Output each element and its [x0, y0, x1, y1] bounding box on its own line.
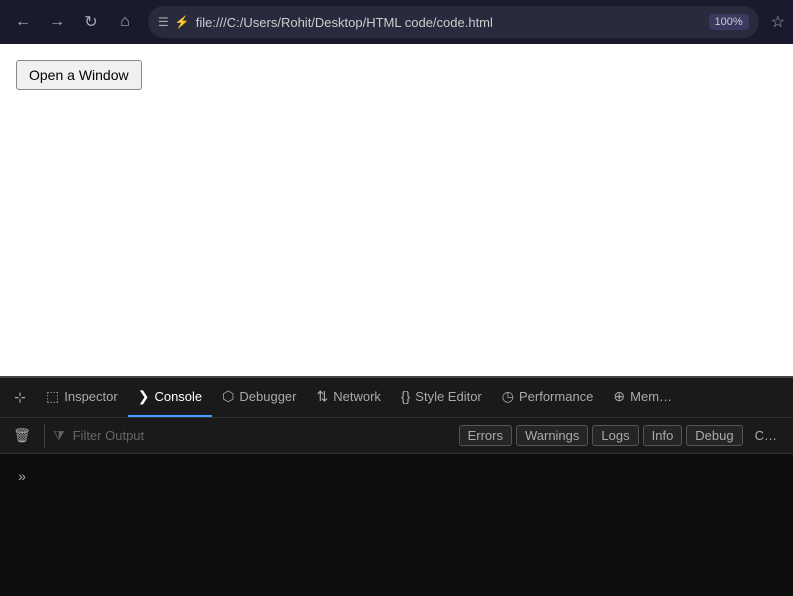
performance-icon: ◷ — [502, 388, 514, 405]
debug-filter-button[interactable]: Debug — [686, 425, 742, 446]
page-icon: ☰ — [158, 15, 169, 29]
tab-debugger[interactable]: ⬡ Debugger — [212, 378, 306, 418]
tab-inspector[interactable]: ⬚ Inspector — [36, 378, 128, 418]
errors-filter-button[interactable]: Errors — [459, 425, 512, 446]
open-window-button[interactable]: Open a Window — [16, 60, 142, 90]
tab-memory[interactable]: ⊕ Mem… — [603, 378, 682, 418]
security-icon: ⚡ — [175, 15, 190, 29]
clear-console-button[interactable]: 🗑 — [8, 422, 36, 450]
browser-chrome: ← → ↻ ⌂ ☰ ⚡ file:///C:/Users/Rohit/Deskt… — [0, 0, 793, 44]
page-content: Open a Window — [0, 44, 793, 376]
devtools-toolbar: 🗑 ⧩ Errors Warnings Logs Info Debug C… — [0, 418, 793, 454]
devtools-panel: ⊹ ⬚ Inspector ❯ Console ⬡ Debugger ⇅ Net… — [0, 376, 793, 596]
bookmark-button[interactable]: ☆ — [771, 12, 785, 32]
tab-console[interactable]: ❯ Console — [128, 378, 212, 418]
expand-button[interactable]: » — [8, 462, 36, 490]
zoom-level: 100% — [709, 14, 749, 30]
console-icon: ❯ — [138, 388, 150, 405]
url-display: file:///C:/Users/Rohit/Desktop/HTML code… — [196, 15, 703, 30]
more-filter-button[interactable]: C… — [747, 426, 785, 445]
style-editor-icon: {} — [401, 388, 410, 404]
debugger-icon: ⬡ — [222, 388, 234, 405]
filter-icon: ⧩ — [53, 428, 65, 444]
devtools-tabs: ⊹ ⬚ Inspector ❯ Console ⬡ Debugger ⇅ Net… — [0, 378, 793, 418]
logs-filter-button[interactable]: Logs — [592, 425, 638, 446]
separator — [44, 424, 45, 448]
tab-style-editor[interactable]: {} Style Editor — [391, 378, 492, 418]
tab-performance[interactable]: ◷ Performance — [492, 378, 604, 418]
home-button[interactable]: ⌂ — [110, 7, 140, 37]
filter-input[interactable] — [73, 428, 455, 443]
devtools-pick-button[interactable]: ⊹ — [4, 382, 36, 414]
back-button[interactable]: ← — [8, 7, 38, 37]
forward-button[interactable]: → — [42, 7, 72, 37]
tab-network[interactable]: ⇅ Network — [307, 378, 391, 418]
address-bar[interactable]: ☰ ⚡ file:///C:/Users/Rohit/Desktop/HTML … — [148, 6, 759, 38]
refresh-button[interactable]: ↻ — [76, 7, 106, 37]
memory-icon: ⊕ — [613, 388, 625, 405]
info-filter-button[interactable]: Info — [643, 425, 683, 446]
nav-bar: ← → ↻ ⌂ ☰ ⚡ file:///C:/Users/Rohit/Deskt… — [0, 0, 793, 44]
warnings-filter-button[interactable]: Warnings — [516, 425, 588, 446]
console-output: » — [0, 454, 793, 596]
inspector-icon: ⬚ — [46, 388, 59, 405]
network-icon: ⇅ — [317, 388, 329, 405]
